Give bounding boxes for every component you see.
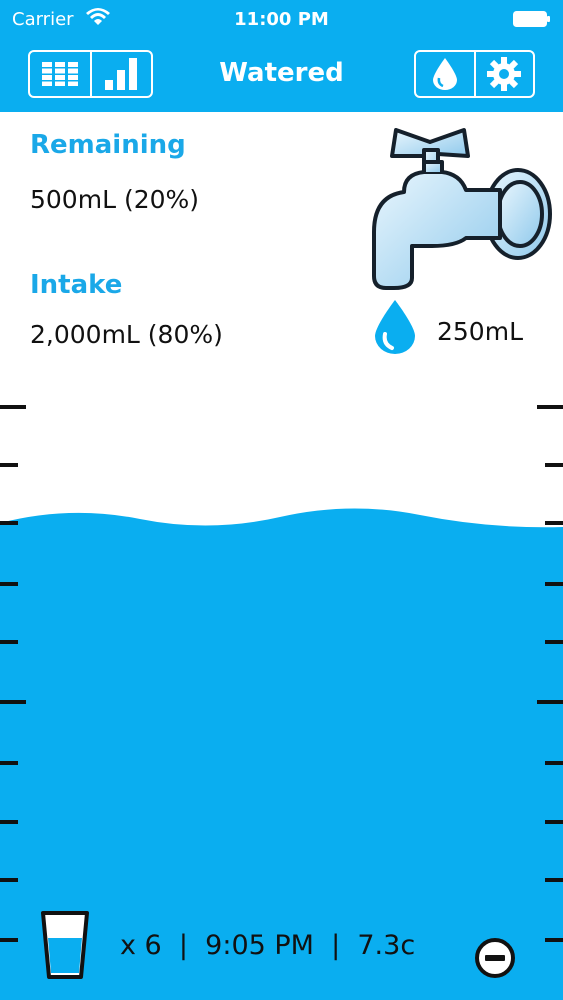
drop-icon — [375, 300, 415, 354]
settings-button[interactable] — [473, 52, 534, 96]
scale-tick-left — [0, 582, 18, 586]
scale-tick-right — [537, 700, 563, 704]
scale-tick-left — [0, 405, 26, 409]
last-drink-summary: x 6 | 9:05 PM | 7.3c — [120, 930, 416, 961]
scale-tick-left — [0, 700, 26, 704]
scale-tick-left — [0, 761, 18, 765]
status-time: 11:00 PM — [234, 9, 329, 30]
nav-bar: Watered — [0, 38, 563, 112]
intake-label: Intake — [30, 270, 123, 300]
scale-tick-right — [545, 640, 563, 644]
remaining-label: Remaining — [30, 130, 186, 160]
scale-tick-left — [0, 640, 18, 644]
scale-tick-right — [545, 463, 563, 467]
scale-tick-left — [0, 878, 18, 882]
water-drop-icon — [432, 58, 457, 90]
glass-icon[interactable] — [40, 910, 90, 980]
scale-tick-right — [545, 820, 563, 824]
serving-size-button[interactable] — [416, 52, 474, 96]
scale-tick-right — [537, 405, 563, 409]
faucet-icon[interactable] — [368, 122, 558, 292]
scale-tick-right — [545, 521, 563, 525]
scale-tick-right — [545, 938, 563, 942]
gear-icon — [487, 57, 522, 91]
right-button-group — [414, 50, 535, 98]
remaining-value: 500mL (20%) — [30, 185, 200, 214]
remove-drink-button[interactable] — [474, 937, 516, 979]
scale-tick-left — [0, 938, 18, 942]
scale-tick-right — [545, 878, 563, 882]
status-bar: Carrier 11:00 PM — [0, 0, 563, 38]
intake-value: 2,000mL (80%) — [30, 320, 223, 349]
scale-tick-right — [545, 582, 563, 586]
scale-tick-left — [0, 820, 18, 824]
battery-icon — [513, 11, 550, 27]
serving-amount: 250mL — [437, 317, 523, 346]
scale-tick-left — [0, 521, 18, 525]
scale-tick-left — [0, 463, 18, 467]
scale-tick-right — [545, 761, 563, 765]
